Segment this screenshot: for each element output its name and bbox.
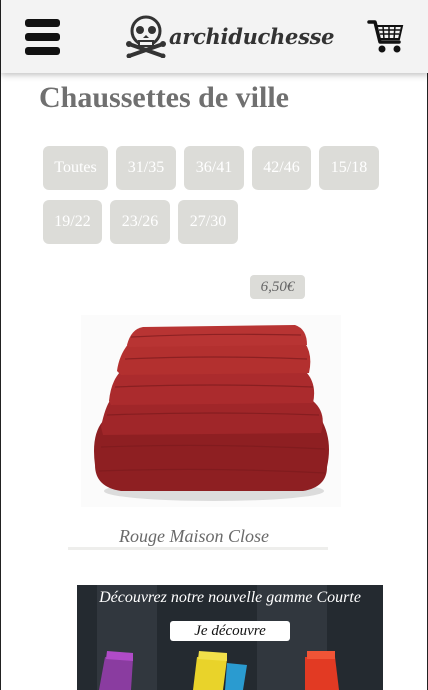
filter-36-41[interactable]: 36/41 <box>184 146 244 190</box>
brand-name: archiduchesse <box>169 23 335 49</box>
product-name: Rouge Maison Close <box>119 526 269 546</box>
price-badge: 6,50€ <box>250 275 305 299</box>
filter-31-35[interactable]: 31/35 <box>116 146 176 190</box>
product-name-link[interactable]: Rouge Maison Close <box>68 526 328 550</box>
hamburger-menu-icon <box>25 19 60 27</box>
filter-42-46[interactable]: 42/46 <box>252 146 311 190</box>
menu-button[interactable] <box>25 19 61 56</box>
brand-logo[interactable]: archiduchesse <box>125 14 334 58</box>
shopping-cart-icon <box>367 20 404 53</box>
page-title: Chaussettes de ville <box>39 81 289 114</box>
banner-headline: Découvrez notre nouvelle gamme Courte <box>99 589 361 606</box>
promo-banner[interactable]: Découvrez notre nouvelle gamme Courte Je… <box>77 585 383 690</box>
filter-toutes[interactable]: Toutes <box>43 146 108 190</box>
product-image[interactable] <box>81 315 341 507</box>
hamburger-menu-icon-bar <box>25 33 60 41</box>
banner-cta-button[interactable]: Je découvre <box>170 621 290 641</box>
cart-button[interactable] <box>367 18 405 54</box>
app-header: archiduchesse <box>1 0 428 73</box>
hamburger-menu-icon-bar <box>25 47 60 55</box>
filter-15-18[interactable]: 15/18 <box>319 146 379 190</box>
red-socks-image <box>94 325 329 501</box>
filter-19-22[interactable]: 19/22 <box>43 200 102 244</box>
filter-23-26[interactable]: 23/26 <box>110 200 170 244</box>
skull-crossbones-icon <box>126 15 166 58</box>
filter-27-30[interactable]: 27/30 <box>178 200 238 244</box>
